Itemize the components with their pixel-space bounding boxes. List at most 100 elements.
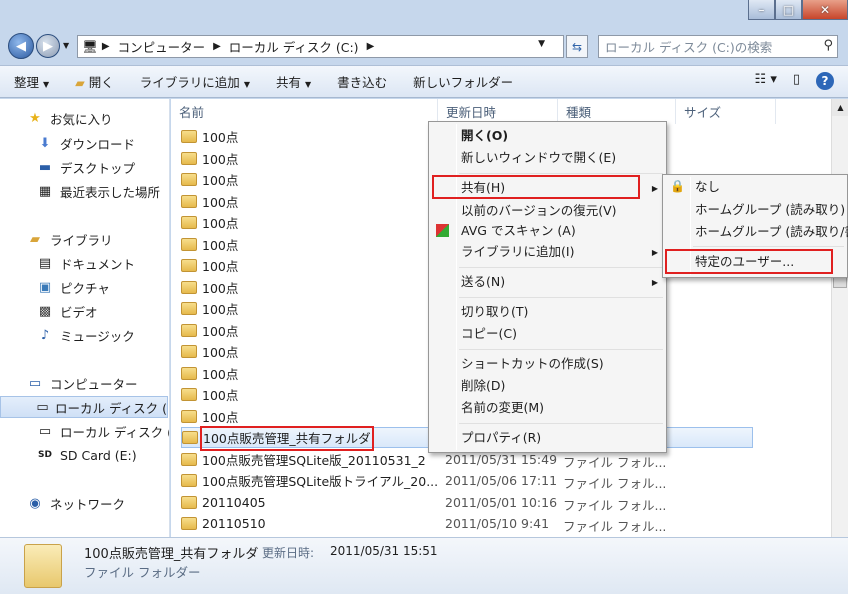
submenu-homegroup-readwrite[interactable]: ホームグループ (読み取り/書 (695, 222, 848, 242)
open-button[interactable]: ▰ 開く (75, 72, 114, 91)
menu-avg-scan[interactable]: AVG でスキャン (A) (461, 221, 576, 241)
table-row[interactable]: 100点 (181, 212, 238, 233)
nav-local-disk-c[interactable]: ▭ ローカル ディスク ( (0, 396, 168, 418)
back-button[interactable]: ◀ (8, 33, 34, 59)
context-menu: 開く(O) 新しいウィンドウで開く(E) 共有(H) ▶ 以前のバージョンの復元… (428, 121, 667, 453)
menu-separator (459, 173, 663, 174)
folder-icon (24, 544, 62, 588)
nav-favorites[interactable]: ★ お気に入り (26, 107, 112, 129)
nav-libraries[interactable]: ▰ ライブラリ (26, 228, 113, 250)
menu-create-shortcut[interactable]: ショートカットの作成(S) (461, 354, 604, 374)
file-type: ファイル フォル... (563, 519, 667, 534)
menu-cut[interactable]: 切り取り(T) (461, 302, 528, 322)
column-header-size[interactable]: サイズ (676, 99, 776, 124)
preview-pane-icon[interactable]: ▯ (793, 72, 800, 90)
menu-open[interactable]: 開く(O) (461, 126, 508, 146)
table-row[interactable]: 100点 (181, 277, 238, 298)
folder-icon (181, 280, 197, 294)
submenu-arrow-icon: ▶ (651, 184, 658, 193)
table-row[interactable]: 100点 (181, 384, 238, 405)
add-to-library-button[interactable]: ライブラリに追加 ▼ (140, 72, 250, 91)
help-icon[interactable]: ? (816, 72, 834, 90)
menu-properties[interactable]: プロパティ(R) (461, 428, 541, 448)
nav-downloads[interactable]: ⬇ ダウンロード (36, 132, 135, 154)
submenu-homegroup-read[interactable]: ホームグループ (読み取り) (695, 200, 845, 220)
table-row[interactable]: 20110510 (181, 513, 266, 534)
add-library-label: ライブラリに追加 (139, 75, 240, 90)
minimize-button[interactable]: – (748, 0, 775, 20)
menu-open-new-window[interactable]: 新しいウィンドウで開く(E) (461, 148, 616, 168)
downloads-icon: ⬇ (39, 135, 51, 151)
maximize-button[interactable]: □ (775, 0, 802, 20)
table-row[interactable]: 100点 (181, 191, 238, 212)
menu-copy[interactable]: コピー(C) (461, 324, 517, 344)
menu-restore-versions[interactable]: 以前のバージョンの復元(V) (461, 201, 617, 221)
submenu-none[interactable]: なし (695, 177, 720, 197)
menu-rename[interactable]: 名前の変更(M) (461, 398, 544, 418)
file-name: 20110510 (202, 516, 266, 531)
burn-button[interactable]: 書き込む (337, 72, 387, 91)
share-button[interactable]: 共有 ▼ (276, 72, 311, 91)
nav-label: ドキュメント (60, 256, 136, 272)
nav-label: デスクトップ (60, 160, 136, 176)
file-name: 100点販売管理SQLite版トライアル_20... (202, 474, 439, 489)
nav-desktop[interactable]: ▬ デスクトップ (36, 156, 135, 178)
menu-separator (459, 267, 663, 268)
nav-sd-card[interactable]: SD SD Card (E:) (36, 444, 137, 466)
file-name: 100点 (202, 259, 239, 274)
table-row[interactable]: 100点 (181, 406, 238, 427)
breadcrumb-local-disk[interactable]: ローカル ディスク (C:) (229, 37, 359, 56)
table-row[interactable]: 100点 (181, 363, 238, 384)
menu-separator (459, 423, 663, 424)
table-row[interactable]: 100点 (181, 169, 238, 190)
close-button[interactable]: ✕ (802, 0, 848, 20)
scroll-up-icon[interactable]: ▲ (832, 99, 848, 116)
nav-computer[interactable]: ▭ コンピューター (26, 372, 138, 394)
table-row[interactable]: 100点販売管理SQLite版トライアル_20... (181, 470, 438, 491)
table-row[interactable]: 100点 (181, 255, 238, 276)
table-row[interactable]: 100点 (181, 126, 238, 147)
table-row[interactable]: 100点 (181, 234, 238, 255)
address-dropdown-icon[interactable]: ▼ (538, 39, 545, 49)
nav-label: SD Card (E:) (60, 447, 137, 463)
table-row[interactable]: 20110405 (181, 492, 266, 513)
menu-add-to-library[interactable]: ライブラリに追加(I) (461, 242, 574, 262)
table-row[interactable]: 100点 (181, 320, 238, 341)
nav-recent-places[interactable]: ▦ 最近表示した場所 (36, 180, 160, 202)
forward-button[interactable]: ▶ (36, 34, 60, 58)
menu-send-to[interactable]: 送る(N) (461, 272, 505, 292)
share-label: 共有 (275, 75, 301, 90)
table-row[interactable]: 100点 (181, 298, 238, 319)
menu-separator (459, 349, 663, 350)
breadcrumb-computer[interactable]: コンピューター (118, 37, 206, 56)
file-type: ファイル フォル... (563, 476, 667, 491)
nav-pictures[interactable]: ▣ ピクチャ (36, 276, 110, 298)
folder-icon (181, 216, 197, 229)
search-input[interactable]: ローカル ディスク (C:)の検索 ⚲ (598, 35, 838, 58)
vertical-scrollbar[interactable]: ▲ (831, 99, 848, 537)
recent-pages-dropdown[interactable]: ▼ (63, 41, 69, 50)
documents-icon: ▤ (38, 255, 52, 271)
table-row[interactable]: 100点 (181, 148, 238, 169)
nav-videos[interactable]: ▩ ビデオ (36, 300, 98, 322)
command-bar: 整理 ▼ ▰ 開く ライブラリに追加 ▼ 共有 ▼ 書き込む 新しいフォルダー ☷ ▾… (0, 65, 848, 98)
nav-network[interactable]: ◉ ネットワーク (26, 492, 125, 514)
address-bar[interactable]: 🖥 ▶ コンピューター ▶ ローカル ディスク (C:) ▶ ▼ (77, 35, 564, 58)
refresh-button[interactable]: ⇆ (566, 35, 588, 58)
table-row[interactable]: 100点販売管理SQLite版_20110531_2 (181, 449, 426, 470)
organize-button[interactable]: 整理 ▼ (14, 72, 49, 91)
videos-icon: ▩ (38, 303, 52, 319)
file-name: 100点 (202, 388, 239, 403)
nav-music[interactable]: ♪ ミュージック (36, 324, 135, 346)
table-row[interactable]: 100点 (181, 341, 238, 362)
details-date-label: 更新日時: (262, 546, 315, 560)
nav-documents[interactable]: ▤ ドキュメント (36, 252, 135, 274)
menu-delete[interactable]: 削除(D) (461, 376, 505, 396)
view-options-icon[interactable]: ☷ ▾ (755, 72, 777, 90)
nav-local-disk-2[interactable]: ▭ ローカル ディスク ( (36, 420, 169, 442)
column-header-name[interactable]: 名前 (171, 99, 438, 124)
new-folder-button[interactable]: 新しいフォルダー (413, 72, 513, 91)
organize-label: 整理 (14, 75, 40, 90)
file-name: 100点販売管理SQLite版_20110531_2 (202, 452, 426, 468)
file-name: 100点 (202, 194, 239, 210)
